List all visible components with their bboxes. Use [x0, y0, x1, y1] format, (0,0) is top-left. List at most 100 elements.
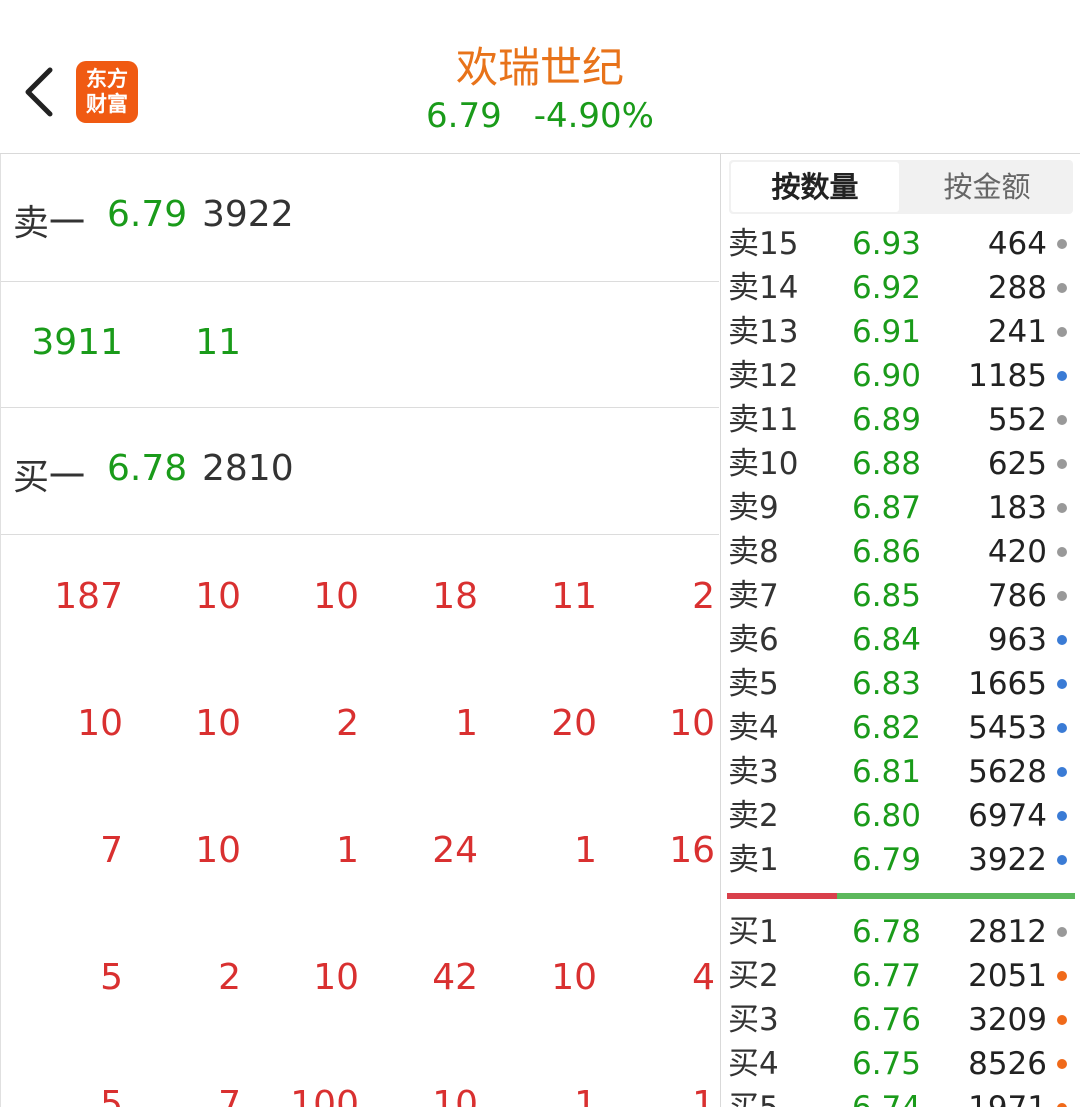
back-button[interactable]	[18, 60, 58, 120]
order-volume: 552	[987, 402, 1047, 438]
order-level-label: 买1	[728, 914, 779, 950]
order-price: 6.83	[851, 666, 921, 702]
tick-value: 5	[100, 957, 123, 998]
tick-value: 18	[432, 576, 478, 617]
bid-row[interactable]: 买4 6.75 8526	[721, 1042, 1080, 1086]
order-level-label: 买4	[728, 1046, 779, 1082]
order-price: 6.75	[851, 1046, 921, 1082]
ask-row[interactable]: 卖2 6.80 6974	[721, 794, 1080, 838]
ask-row[interactable]: 卖9 6.87 183	[721, 486, 1080, 530]
ask-row[interactable]: 卖4 6.82 5453	[721, 706, 1080, 750]
volume-change-dot-icon	[1057, 855, 1067, 865]
buy1-row[interactable]: 买一 6.78 2810	[1, 408, 719, 535]
ask-row[interactable]: 卖15 6.93 464	[721, 222, 1080, 266]
tick-value: 2	[218, 957, 241, 998]
order-price: 6.85	[851, 578, 921, 614]
ask-row[interactable]: 卖11 6.89 552	[721, 398, 1080, 442]
logo-text-line2: 财富	[86, 92, 128, 116]
tick-value: 187	[54, 576, 123, 617]
order-volume: 5453	[968, 710, 1047, 746]
order-volume: 1665	[968, 666, 1047, 702]
order-level-label: 买2	[728, 958, 779, 994]
ask-row[interactable]: 卖5 6.83 1665	[721, 662, 1080, 706]
price-change: -4.90%	[533, 96, 654, 136]
tab-by-volume[interactable]: 按数量	[731, 162, 899, 212]
volume-change-dot-icon	[1057, 723, 1067, 733]
order-level-label: 卖14	[728, 270, 799, 306]
ask-row[interactable]: 卖13 6.91 241	[721, 310, 1080, 354]
stock-name: 欢瑞世纪	[455, 43, 624, 92]
tick-value: 10	[313, 576, 359, 617]
order-price: 6.76	[851, 1002, 921, 1038]
buy1-label: 买一	[13, 457, 86, 498]
order-volume: 1971	[968, 1086, 1047, 1107]
order-level-label: 买3	[728, 1002, 779, 1038]
order-level-label: 卖10	[728, 446, 799, 482]
order-price: 6.87	[851, 490, 921, 526]
order-volume: 6974	[968, 798, 1047, 834]
order-book-tabs: 按数量 按金额	[729, 160, 1073, 214]
order-level-label: 卖8	[728, 534, 779, 570]
tick-value: 16	[669, 830, 715, 871]
ask-row[interactable]: 卖8 6.86 420	[721, 530, 1080, 574]
order-volume: 464	[987, 226, 1047, 262]
volume-change-dot-icon	[1057, 971, 1067, 981]
order-volume: 2051	[968, 958, 1047, 994]
tick-value: 5	[100, 1084, 123, 1107]
volume-change-dot-icon	[1057, 459, 1067, 469]
order-price: 6.90	[851, 358, 921, 394]
order-volume: 288	[987, 270, 1047, 306]
ask-row[interactable]: 卖7 6.85 786	[721, 574, 1080, 618]
sell1-label: 卖一	[13, 203, 86, 244]
volume-change-dot-icon	[1057, 283, 1067, 293]
tick-value: 1	[336, 830, 359, 871]
order-price: 6.74	[852, 1086, 921, 1107]
order-volume: 241	[987, 314, 1047, 350]
ask-row[interactable]: 卖14 6.92 288	[721, 266, 1080, 310]
volume-change-dot-icon	[1057, 591, 1067, 601]
order-price: 6.86	[851, 534, 921, 570]
tab-by-amount[interactable]: 按金额	[901, 160, 1073, 214]
volume-change-dot-icon	[1057, 767, 1067, 777]
order-level-label: 卖7	[728, 578, 779, 614]
volume-change-dot-icon	[1057, 547, 1067, 557]
volume-change-dot-icon	[1057, 635, 1067, 645]
volume-change-dot-icon	[1057, 1103, 1067, 1107]
order-price: 6.84	[851, 622, 921, 658]
app-logo[interactable]: 东方 财富	[76, 61, 138, 123]
order-volume: 963	[987, 622, 1047, 658]
tick-value: 42	[432, 957, 478, 998]
order-price: 6.93	[851, 226, 921, 262]
volume-change-dot-icon	[1057, 239, 1067, 249]
ask-row[interactable]: 卖3 6.81 5628	[721, 750, 1080, 794]
order-volume: 420	[987, 534, 1047, 570]
order-level-label: 卖6	[728, 622, 779, 658]
order-price: 6.78	[851, 914, 921, 950]
sell1-row[interactable]: 卖一 6.79 3922	[1, 154, 719, 282]
tick-value: 100	[290, 1084, 359, 1107]
order-level-label: 卖2	[728, 798, 779, 834]
tick-value: 10	[432, 1084, 478, 1107]
ask-row[interactable]: 卖12 6.90 1185	[721, 354, 1080, 398]
bid-row[interactable]: 买2 6.77 2051	[721, 954, 1080, 998]
ask-row[interactable]: 卖1 6.79 3922	[721, 838, 1080, 882]
sell1-volume: 3922	[202, 194, 294, 235]
ratio-bar-green	[837, 893, 1075, 899]
tick-value: 10	[195, 576, 241, 617]
buy1-price: 6.78	[107, 448, 188, 489]
order-book: 按数量 按金额 卖15 6.93 464 卖14 6.92 288 卖13 6.91 241 卖1…	[720, 154, 1080, 1107]
trade-panel: 卖一 6.79 3922 3911 11 买一 6.78 2810 187 10 1…	[0, 154, 719, 1107]
order-price: 6.82	[851, 710, 921, 746]
order-volume: 625	[987, 446, 1047, 482]
order-volume: 183	[987, 490, 1047, 526]
tick-value: 10	[77, 703, 123, 744]
bid-row[interactable]: 买3 6.76 3209	[721, 998, 1080, 1042]
bid-row[interactable]: 买5 6.74 1971	[721, 1086, 1080, 1107]
ask-row[interactable]: 卖6 6.84 963	[721, 618, 1080, 662]
bid-row[interactable]: 买1 6.78 2812	[721, 910, 1080, 954]
ask-row[interactable]: 卖10 6.88 625	[721, 442, 1080, 486]
order-volume: 3209	[968, 1002, 1047, 1038]
tick-value: 7	[218, 1084, 241, 1107]
volume-change-dot-icon	[1057, 415, 1067, 425]
tick-value: 10	[313, 957, 359, 998]
